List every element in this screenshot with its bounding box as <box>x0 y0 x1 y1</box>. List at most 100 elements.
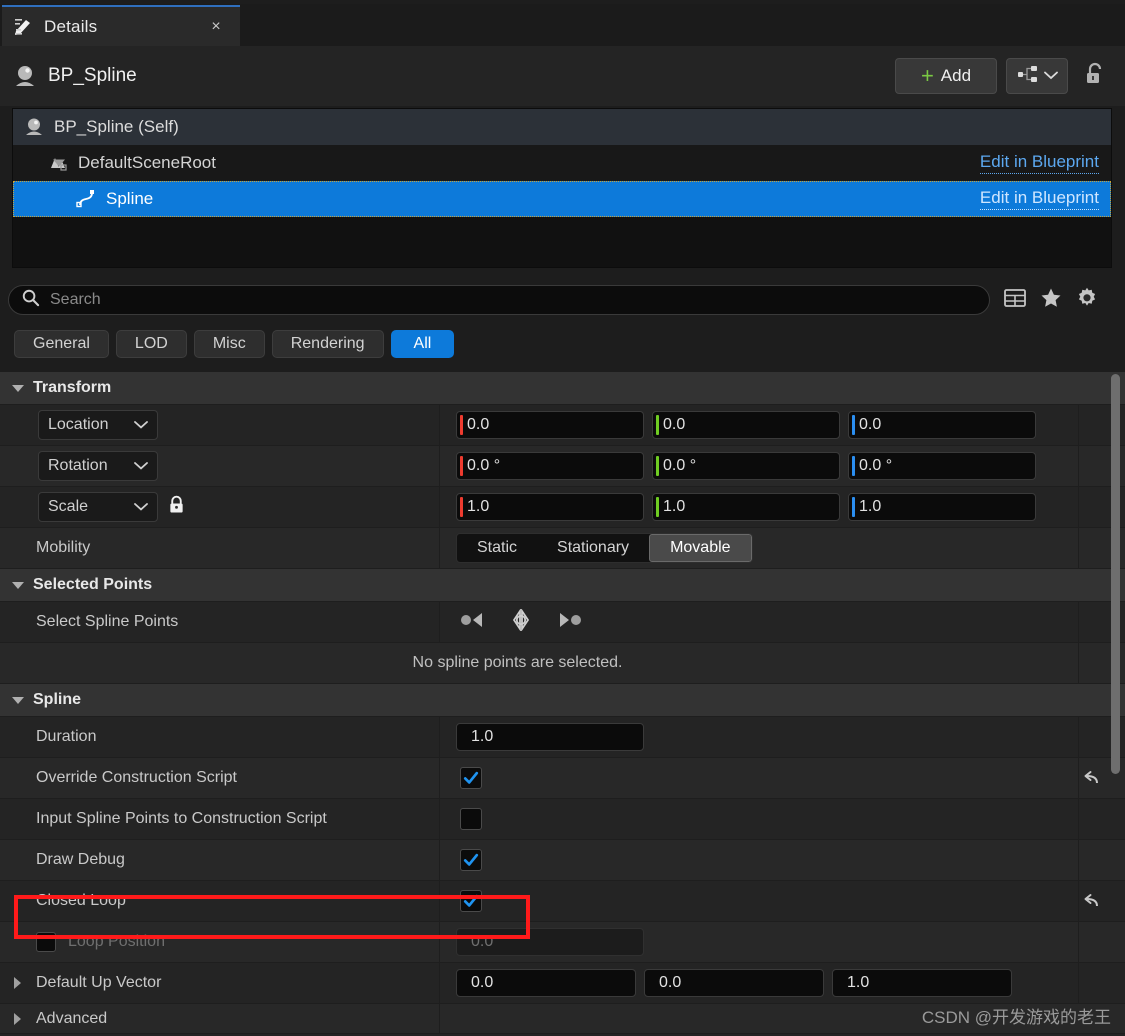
details-panel: Details × BP_Spline + Add BP_Spline (Sel… <box>0 0 1125 1036</box>
advanced-label: Advanced <box>36 1009 108 1027</box>
rotation-dropdown[interactable]: Rotation <box>38 451 158 481</box>
category-spline[interactable]: Spline <box>0 684 1125 717</box>
rotation-z-input[interactable]: 0.0 ° <box>848 452 1036 480</box>
row-rotation: Rotation 0.0 ° 0.0 ° 0.0 ° <box>0 446 1125 487</box>
property-list-scrollbar[interactable] <box>1110 372 1121 1036</box>
scale-z-input[interactable]: 1.0 <box>848 493 1036 521</box>
default-up-vector-z-input[interactable]: 1.0 <box>832 969 1012 997</box>
location-z-input[interactable]: 0.0 <box>848 411 1036 439</box>
loop-position-cell: 0.0 <box>440 922 1125 962</box>
duration-label: Duration <box>0 717 440 757</box>
chevron-right-icon[interactable] <box>14 1012 21 1025</box>
rotation-x-input[interactable]: 0.0 ° <box>456 452 644 480</box>
select-next-point-icon[interactable] <box>554 610 584 635</box>
edit-in-blueprint-link[interactable]: Edit in Blueprint <box>979 152 1099 174</box>
no-points-note: No spline points are selected. <box>412 654 623 671</box>
draw-debug-checkbox[interactable] <box>460 849 482 871</box>
details-pencil-icon <box>14 17 34 37</box>
category-selected-points[interactable]: Selected Points <box>0 569 1125 602</box>
filter-general[interactable]: General <box>14 330 109 358</box>
filter-rendering[interactable]: Rendering <box>271 330 384 358</box>
row-draw-debug: Draw Debug <box>0 840 1125 881</box>
components-dropdown-button[interactable] <box>1006 58 1068 94</box>
watermark: CSDN @开发游戏的老王 <box>921 1008 1111 1027</box>
reset-to-default-icon[interactable] <box>1081 891 1101 911</box>
blueprint-actor-icon <box>12 63 38 89</box>
chevron-down-icon <box>12 384 24 392</box>
default-up-vector-values: 0.0 0.0 1.0 <box>440 963 1125 1003</box>
filter-lod[interactable]: LOD <box>115 330 187 358</box>
mobility-values: Static Stationary Movable <box>440 528 1125 568</box>
category-title: Transform <box>33 379 112 396</box>
filter-misc[interactable]: Misc <box>193 330 265 358</box>
search-input[interactable]: Search <box>8 285 990 315</box>
chevron-down-icon <box>12 581 24 589</box>
filter-all[interactable]: All <box>390 330 455 358</box>
search-tools <box>1004 287 1098 314</box>
scrollbar-thumb[interactable] <box>1111 374 1120 774</box>
override-construction-script-label: Override Construction Script <box>0 758 440 798</box>
search-row: Search <box>0 282 1125 318</box>
mobility-label: Mobility <box>0 528 440 568</box>
scale-z-value: 1.0 <box>859 498 882 515</box>
scale-dropdown[interactable]: Scale <box>38 492 158 522</box>
location-label: Location <box>48 416 109 433</box>
location-x-input[interactable]: 0.0 <box>456 411 644 439</box>
chevron-down-icon <box>134 457 148 475</box>
scale-y-input[interactable]: 1.0 <box>652 493 840 521</box>
tree-row-label: DefaultSceneRoot <box>78 153 216 172</box>
location-y-input[interactable]: 0.0 <box>652 411 840 439</box>
scale-values: 1.0 1.0 1.0 <box>440 487 1125 527</box>
row-location: Location 0.0 0.0 0.0 <box>0 405 1125 446</box>
select-all-points-icon[interactable] <box>506 607 536 636</box>
input-spline-points-checkbox[interactable] <box>460 808 482 830</box>
select-prev-point-icon[interactable] <box>458 610 488 635</box>
add-button[interactable]: + Add <box>895 58 997 94</box>
mobility-option-static[interactable]: Static <box>457 534 537 562</box>
default-up-vector-z-value: 1.0 <box>847 974 870 991</box>
tree-row-defaultsceneroot[interactable]: DefaultSceneRoot Edit in Blueprint <box>13 145 1111 181</box>
closed-loop-cell <box>440 881 1125 921</box>
lock-details-button[interactable] <box>1077 58 1113 94</box>
category-title: Selected Points <box>33 576 153 593</box>
loop-position-value: 0.0 <box>471 933 494 950</box>
tab-details[interactable]: Details × <box>2 5 240 46</box>
blueprint-actor-icon <box>23 116 45 138</box>
rotation-y-input[interactable]: 0.0 ° <box>652 452 840 480</box>
loop-position-enable-checkbox[interactable] <box>36 932 56 952</box>
star-icon[interactable] <box>1040 287 1062 313</box>
default-up-vector-y-input[interactable]: 0.0 <box>644 969 824 997</box>
rotation-label-cell: Rotation <box>0 446 440 486</box>
rotation-x-value: 0.0 ° <box>467 457 501 474</box>
default-up-vector-x-input[interactable]: 0.0 <box>456 969 636 997</box>
override-construction-script-checkbox[interactable] <box>460 767 482 789</box>
columns-icon[interactable] <box>1004 288 1026 313</box>
duration-input[interactable]: 1.0 <box>456 723 644 751</box>
scale-x-input[interactable]: 1.0 <box>456 493 644 521</box>
closed-loop-checkbox[interactable] <box>460 890 482 912</box>
category-transform[interactable]: Transform <box>0 372 1125 405</box>
location-y-value: 0.0 <box>663 416 686 433</box>
tree-row-spline[interactable]: Spline Edit in Blueprint <box>13 181 1111 217</box>
draw-debug-cell <box>440 840 1125 880</box>
lock-icon[interactable] <box>168 495 185 519</box>
row-select-spline-points: Select Spline Points <box>0 602 1125 643</box>
mobility-option-stationary[interactable]: Stationary <box>537 534 649 562</box>
default-up-vector-label: Default Up Vector <box>36 974 162 991</box>
location-x-value: 0.0 <box>467 416 490 433</box>
chevron-right-icon[interactable] <box>14 977 21 989</box>
location-dropdown[interactable]: Location <box>38 410 158 440</box>
tree-row-label: BP_Spline (Self) <box>54 117 179 136</box>
reset-to-default-icon[interactable] <box>1081 768 1101 788</box>
default-up-vector-x-value: 0.0 <box>471 974 494 991</box>
edit-in-blueprint-link[interactable]: Edit in Blueprint <box>979 188 1099 210</box>
close-icon[interactable]: × <box>208 18 224 35</box>
chevron-down-icon[interactable] <box>53 159 65 167</box>
draw-debug-label: Draw Debug <box>0 840 440 880</box>
gear-icon[interactable] <box>1076 287 1098 314</box>
mobility-option-movable[interactable]: Movable <box>649 534 752 562</box>
tree-row-self[interactable]: BP_Spline (Self) <box>13 109 1111 145</box>
input-spline-points-label: Input Spline Points to Construction Scri… <box>0 799 440 839</box>
duration-value-cell: 1.0 <box>440 717 1125 757</box>
spline-icon <box>75 188 97 210</box>
